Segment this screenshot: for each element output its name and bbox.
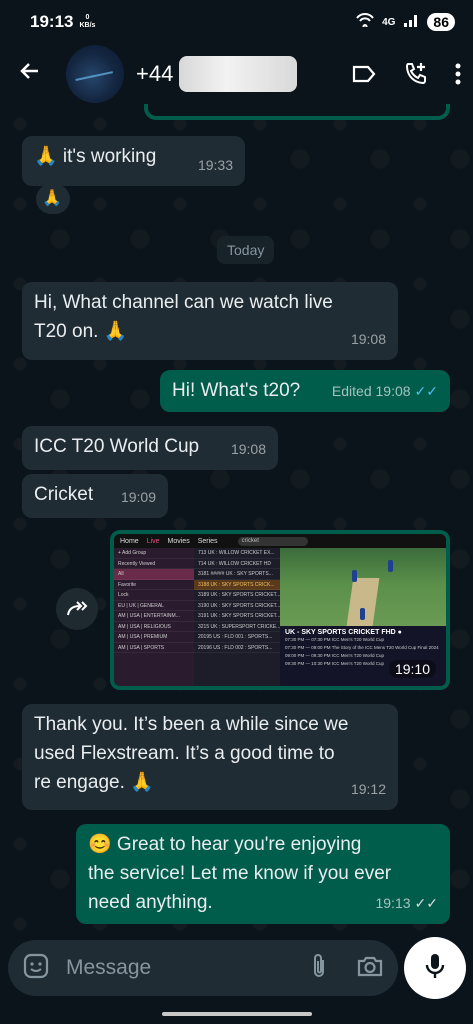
- forward-icon[interactable]: [56, 588, 98, 630]
- message-bubble[interactable]: Cricket 19:09: [22, 474, 168, 518]
- cricket-video-frame: [280, 548, 446, 626]
- sticker-icon[interactable]: [22, 952, 50, 985]
- attach-icon[interactable]: [310, 952, 328, 985]
- screenshot-groups: + Add Group Recently Viewed All Favorite…: [114, 548, 194, 686]
- date-separator: Today: [217, 236, 275, 264]
- chat-header: +44: [0, 44, 473, 104]
- message-bubble[interactable]: Hi, What channel can we watch live T20 o…: [22, 282, 398, 360]
- chat-area[interactable]: 🙏 it's working 19:33 🙏 Today Hi, What ch…: [0, 104, 473, 934]
- message-bubble[interactable]: 🙏 it's working 19:33: [22, 136, 245, 186]
- contact-name[interactable]: +44: [136, 56, 298, 92]
- signal-icon: [403, 12, 419, 32]
- mic-icon: [424, 952, 446, 985]
- previous-image-message[interactable]: [144, 104, 450, 120]
- shared-screenshot: Home Live Movies Series cricket + Add Gr…: [114, 534, 446, 686]
- message-bubble[interactable]: Hi! What's t20? Edited 19:08 ✓✓: [160, 370, 450, 412]
- network-type: 4G: [382, 16, 396, 28]
- add-call-icon[interactable]: [403, 61, 429, 87]
- message-input[interactable]: Message: [66, 956, 151, 980]
- contact-avatar[interactable]: [66, 45, 124, 103]
- status-bar: 19:13 0 KB/s 4G 86: [0, 0, 473, 44]
- battery-indicator: 86: [427, 13, 455, 31]
- read-receipt-icon: ✓✓: [414, 383, 438, 399]
- redacted-number: [179, 56, 298, 92]
- screenshot-channels: 713 UK : WILLOW CRICKET EX... 714 UK : W…: [194, 548, 280, 686]
- message-bubble[interactable]: 😊 Great to hear you're enjoying the serv…: [76, 824, 450, 924]
- message-bubble[interactable]: ICC T20 World Cup 19:08: [22, 426, 278, 470]
- network-speed: 0 KB/s: [79, 14, 96, 29]
- mic-button[interactable]: [404, 937, 466, 999]
- delivered-receipt-icon: ✓✓: [414, 895, 438, 911]
- label-icon[interactable]: [351, 64, 377, 84]
- message-time: 19:10: [388, 660, 436, 678]
- clock: 19:13: [30, 12, 74, 31]
- home-indicator[interactable]: [162, 1012, 312, 1016]
- message-input-bar[interactable]: Message: [8, 940, 398, 996]
- image-message[interactable]: Home Live Movies Series cricket + Add Gr…: [110, 530, 450, 690]
- camera-icon[interactable]: [356, 954, 384, 983]
- hotspot-icon: [356, 12, 374, 32]
- back-arrow-icon[interactable]: [18, 57, 48, 91]
- more-options-icon[interactable]: [455, 63, 461, 85]
- message-reaction[interactable]: 🙏: [36, 184, 70, 214]
- screenshot-tabs: Home Live Movies Series cricket: [114, 534, 446, 548]
- message-bubble[interactable]: Thank you. It’s been a while since we us…: [22, 704, 398, 810]
